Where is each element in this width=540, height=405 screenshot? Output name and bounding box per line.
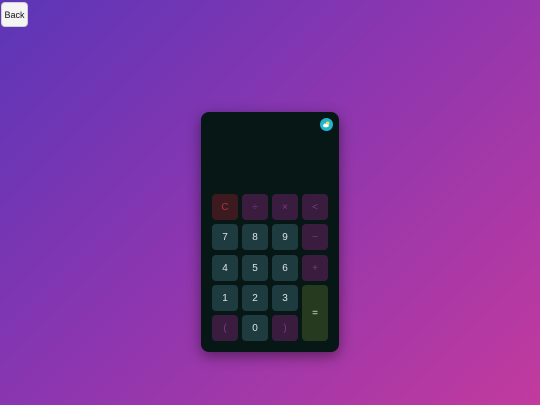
- calculator: C ÷ × < 7 8 9 − 4 5 6 + 1 2 3 = ( 0 ): [201, 112, 339, 352]
- backspace-button[interactable]: <: [302, 194, 328, 220]
- multiply-button[interactable]: ×: [272, 194, 298, 220]
- digit-3-button[interactable]: 3: [272, 285, 298, 311]
- digit-2-button[interactable]: 2: [242, 285, 268, 311]
- back-button[interactable]: Back: [1, 2, 28, 27]
- calculator-display: [211, 136, 329, 192]
- digit-0-button[interactable]: 0: [242, 315, 268, 341]
- open-paren-button[interactable]: (: [212, 315, 238, 341]
- digit-4-button[interactable]: 4: [212, 255, 238, 281]
- sun-cloud-icon: [322, 121, 330, 128]
- digit-6-button[interactable]: 6: [272, 255, 298, 281]
- digit-5-button[interactable]: 5: [242, 255, 268, 281]
- divide-button[interactable]: ÷: [242, 194, 268, 220]
- close-paren-button[interactable]: ): [272, 315, 298, 341]
- subtract-button[interactable]: −: [302, 224, 328, 250]
- digit-1-button[interactable]: 1: [212, 285, 238, 311]
- clear-button[interactable]: C: [212, 194, 238, 220]
- digit-9-button[interactable]: 9: [272, 224, 298, 250]
- equals-button[interactable]: =: [302, 285, 328, 341]
- theme-toggle-button[interactable]: [320, 118, 333, 131]
- digit-7-button[interactable]: 7: [212, 224, 238, 250]
- digit-8-button[interactable]: 8: [242, 224, 268, 250]
- add-button[interactable]: +: [302, 255, 328, 281]
